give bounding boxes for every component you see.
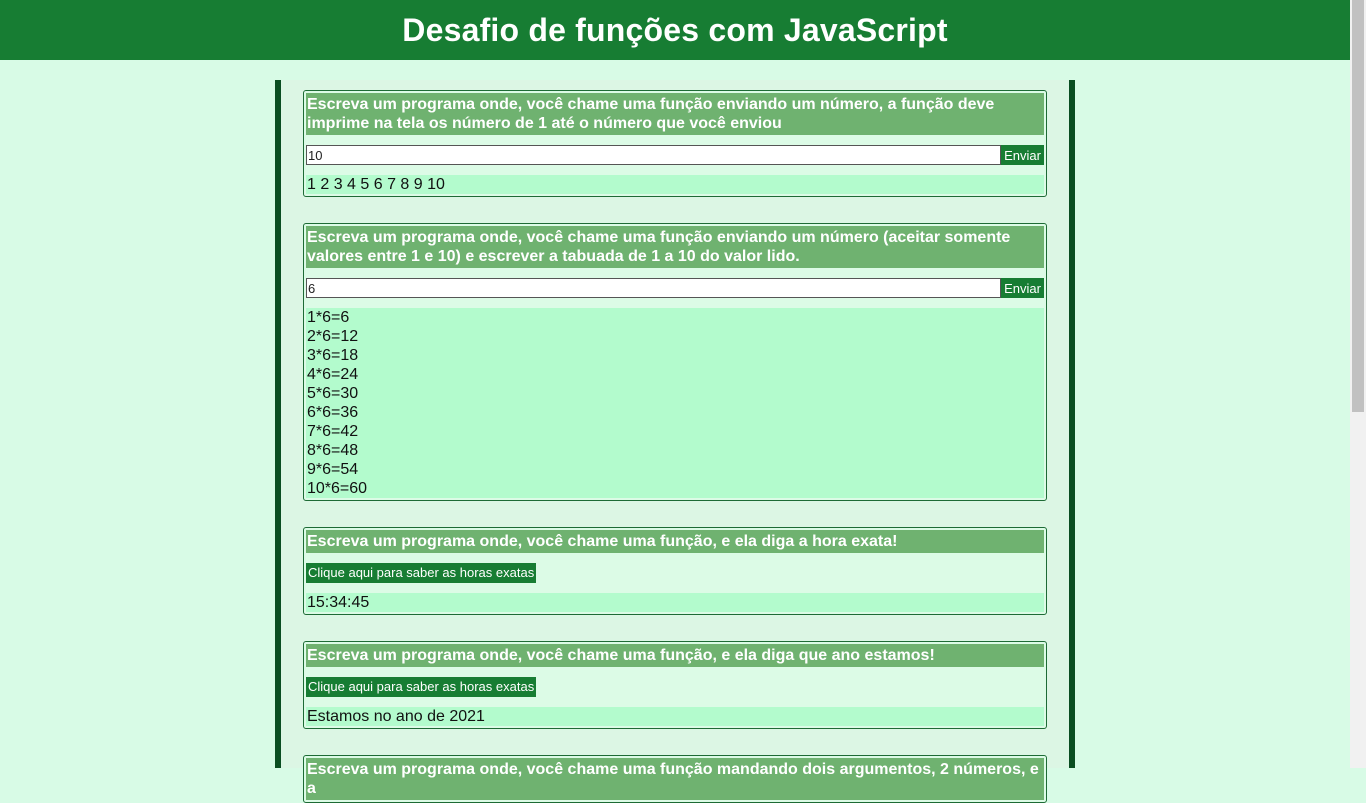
multiplication-line: 6*6=36 — [307, 404, 359, 421]
show-time-button[interactable]: Clique aqui para saber as horas exatas — [306, 563, 537, 583]
number-input[interactable] — [306, 278, 1002, 298]
time-output: 15:34:45 — [306, 593, 1044, 612]
challenge-title: Escreva um programa onde, você chame uma… — [306, 530, 1044, 553]
challenge-card-time: Escreva um programa onde, você chame uma… — [303, 527, 1047, 615]
challenge-card-year: Escreva um programa onde, você chame uma… — [303, 641, 1047, 729]
input-row: Enviar — [306, 145, 1044, 165]
multiplication-output: 1*6=6 2*6=12 3*6=18 4*6=24 5*6=30 6*6=36… — [306, 308, 1044, 498]
count-output: 1 2 3 4 5 6 7 8 9 10 — [306, 175, 1044, 194]
multiplication-line: 5*6=30 — [307, 385, 359, 402]
challenge-title: Escreva um programa onde, você chame uma… — [306, 226, 1044, 268]
year-output: Estamos no ano de 2021 — [306, 707, 1044, 726]
challenge-card-multiplication: Escreva um programa onde, você chame uma… — [303, 223, 1047, 501]
challenge-title: Escreva um programa onde, você chame uma… — [306, 93, 1044, 135]
multiplication-line: 1*6=6 — [307, 309, 350, 326]
scrollbar-thumb[interactable] — [1352, 0, 1364, 412]
multiplication-line: 7*6=42 — [307, 423, 359, 440]
page-scrollbar[interactable] — [1350, 0, 1366, 768]
page-title: Desafio de funções com JavaScript — [402, 11, 948, 48]
multiplication-line: 8*6=48 — [307, 442, 359, 459]
number-input[interactable] — [306, 145, 1002, 165]
input-row: Enviar — [306, 278, 1044, 298]
multiplication-line: 4*6=24 — [307, 366, 359, 383]
multiplication-line: 9*6=54 — [307, 461, 359, 478]
multiplication-line: 10*6=60 — [307, 480, 368, 497]
send-button[interactable]: Enviar — [1001, 145, 1044, 165]
challenge-card-sum: Escreva um programa onde, você chame uma… — [303, 755, 1047, 803]
page-header: Desafio de funções com JavaScript — [0, 0, 1350, 60]
multiplication-line: 3*6=18 — [307, 347, 359, 364]
multiplication-line: 2*6=12 — [307, 328, 359, 345]
send-button[interactable]: Enviar — [1001, 278, 1044, 298]
challenge-card-count: Escreva um programa onde, você chame uma… — [303, 90, 1047, 197]
challenges-container: Escreva um programa onde, você chame uma… — [275, 80, 1075, 803]
challenge-title: Escreva um programa onde, você chame uma… — [306, 758, 1044, 800]
show-year-button[interactable]: Clique aqui para saber as horas exatas — [306, 677, 537, 697]
challenge-title: Escreva um programa onde, você chame uma… — [306, 644, 1044, 667]
